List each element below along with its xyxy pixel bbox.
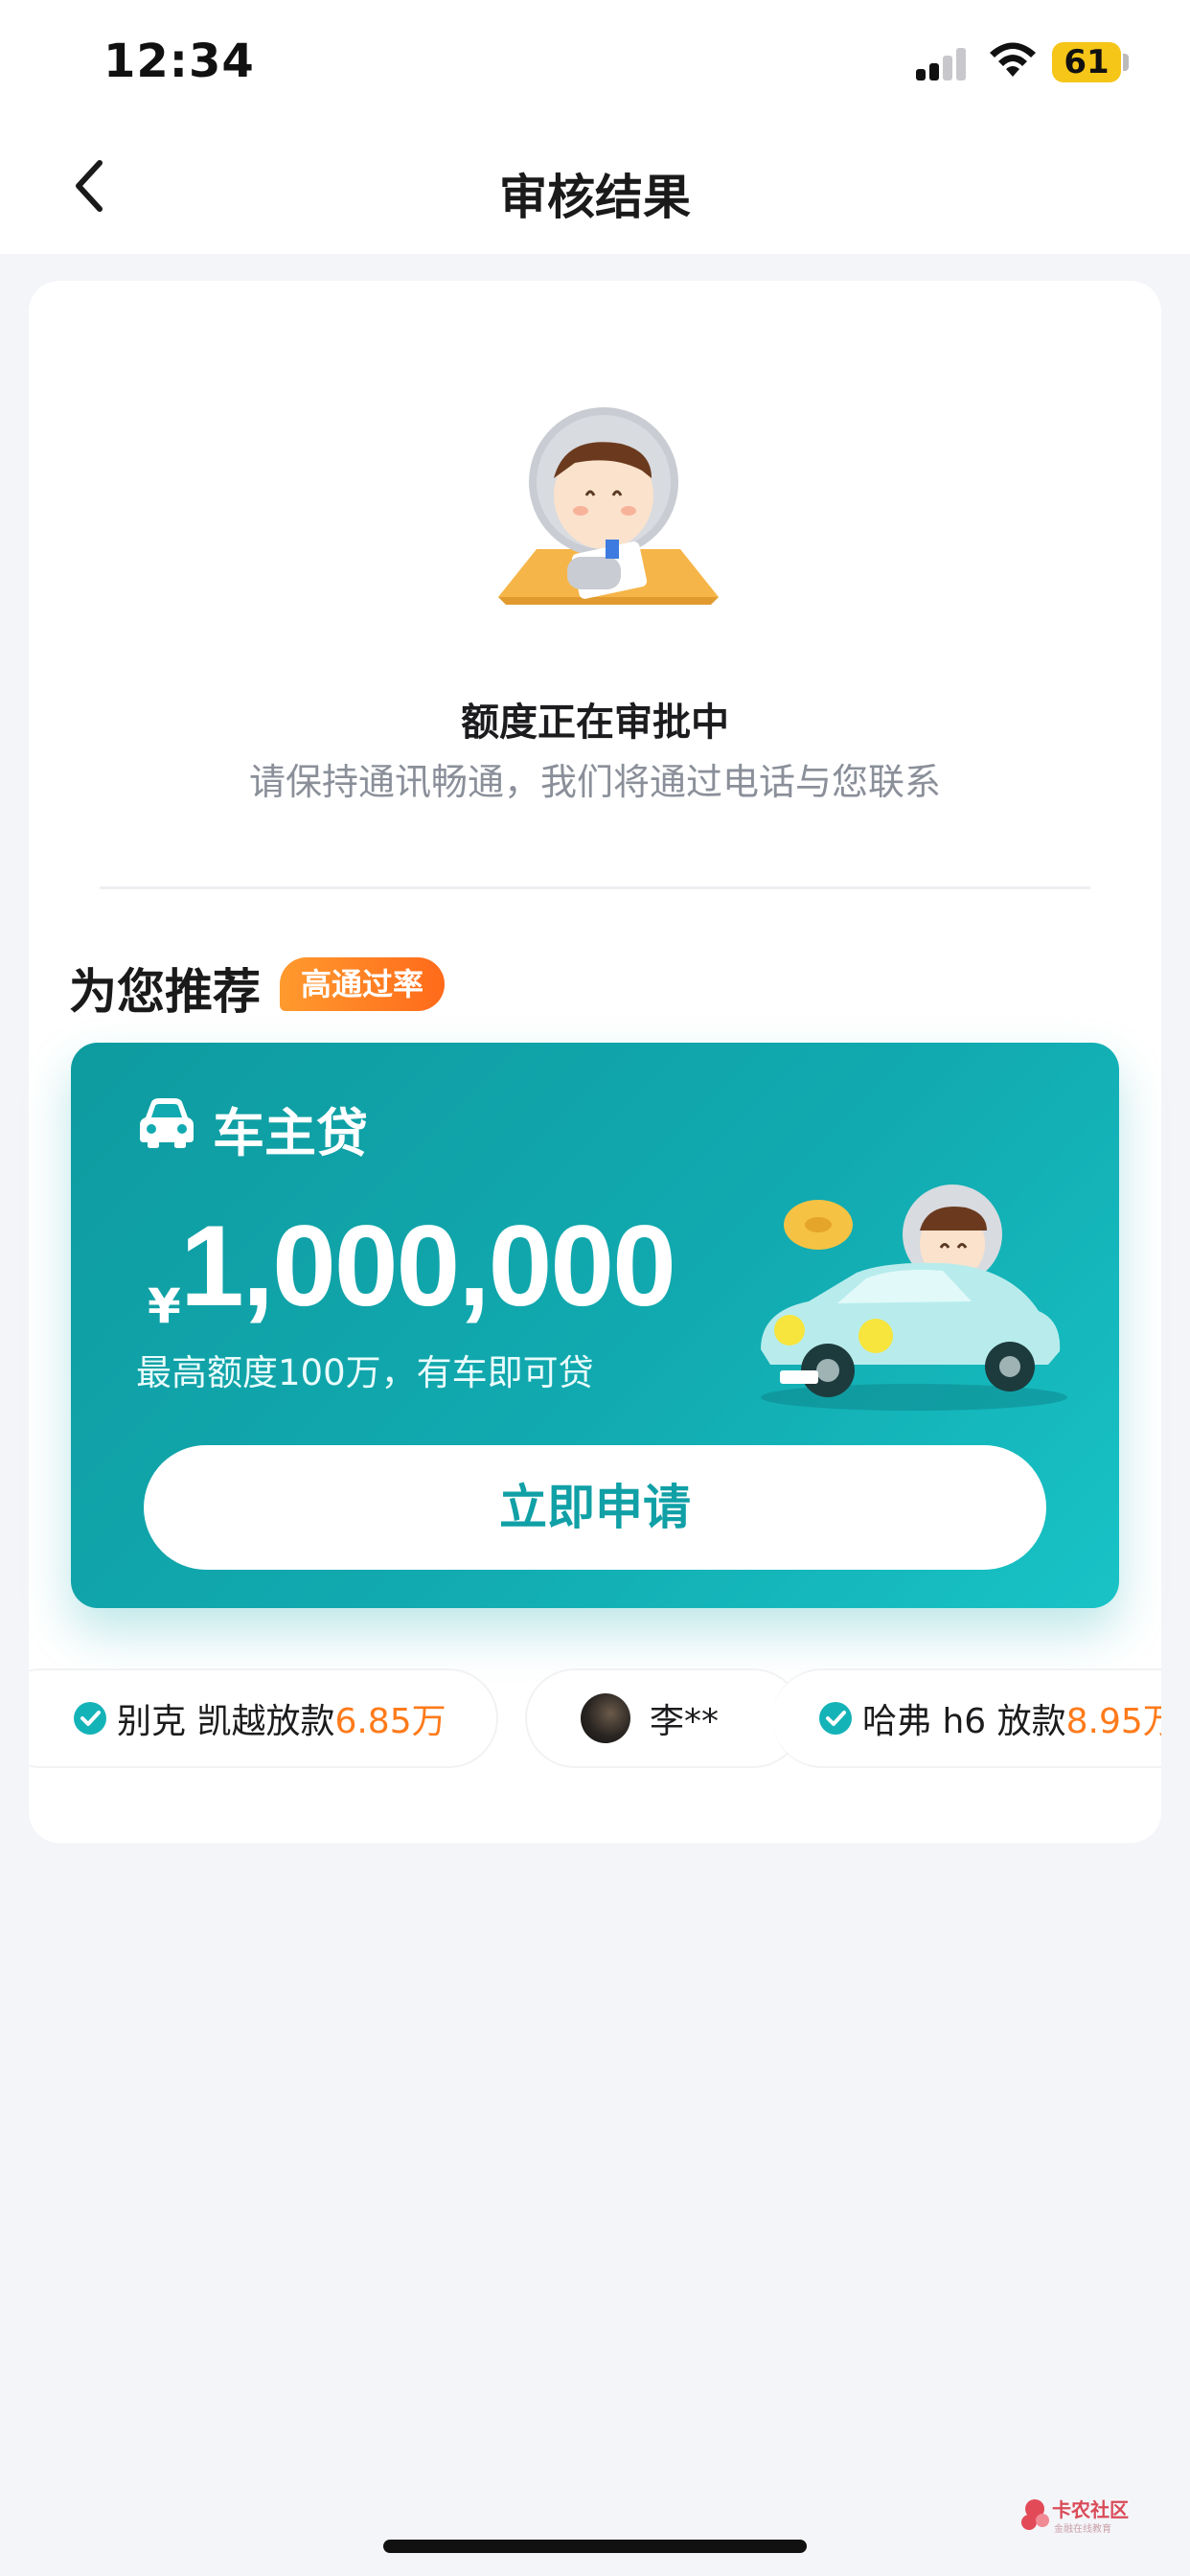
ticker-text: 别克 凯越放款 <box>117 1702 335 1741</box>
loan-product-name: 车主贷 <box>213 1103 368 1163</box>
ticker-text: 哈弗 h6 放款 <box>862 1702 1066 1741</box>
watermark-subtitle: 金融在线教育 <box>1054 2524 1111 2535</box>
signal-icon <box>916 46 970 80</box>
car-owner-loan-card[interactable]: 车主贷 ¥ 1,000,000 最高额度100万，有车即可贷 立即申请 <box>71 1043 1119 1608</box>
home-indicator[interactable] <box>383 2540 807 2553</box>
review-status-description: 请保持通讯畅通，我们将通过电话与您联系 <box>248 761 941 803</box>
max-loan-amount: 1,000,000 <box>180 1202 676 1330</box>
status-bar: 12:34 61 <box>0 0 1190 125</box>
apply-now-button[interactable]: 立即申请 <box>144 1445 1046 1570</box>
battery-indicator: 61 <box>1052 42 1121 82</box>
nav-bar: 审核结果 <box>0 125 1190 254</box>
wifi-icon <box>990 42 1036 77</box>
ticker-item: 哈弗 h6 放款 8.95万 <box>772 1668 1161 1768</box>
ticker-item: 别克 凯越放款 6.85万 <box>29 1668 498 1768</box>
battery-tip <box>1123 54 1129 71</box>
watermark-title: 卡农社区 <box>1052 2498 1129 2521</box>
loan-description: 最高额度100万，有车即可贷 <box>136 1352 594 1393</box>
ticker-amount: 6.85万 <box>334 1702 446 1741</box>
check-circle-icon <box>819 1702 852 1735</box>
status-time: 12:34 <box>103 34 255 88</box>
currency-symbol: ¥ <box>148 1278 181 1334</box>
divider <box>100 886 1090 889</box>
ticker-amount: 8.95万 <box>1065 1702 1161 1741</box>
page-title: 审核结果 <box>499 170 691 225</box>
check-circle-icon <box>74 1702 106 1735</box>
avatar <box>581 1693 630 1743</box>
main-card: 额度正在审批中 请保持通讯畅通，我们将通过电话与您联系 为您推荐 高通过率 车主… <box>29 281 1161 1843</box>
recommend-title: 为您推荐 <box>69 964 261 1020</box>
loan-ticker: 别克 凯越放款 6.85万 李** 哈弗 h6 放款 8.95万 <box>29 1661 1161 1776</box>
review-status-title: 额度正在审批中 <box>461 701 729 745</box>
astronaut-reviewing-illustration <box>498 407 719 605</box>
high-pass-rate-badge: 高通过率 <box>280 957 446 1011</box>
astronaut-car-illustration <box>761 1184 1067 1411</box>
car-icon <box>140 1098 194 1148</box>
ticker-item: 李** <box>525 1668 803 1768</box>
ticker-text: 李** <box>650 1702 720 1741</box>
